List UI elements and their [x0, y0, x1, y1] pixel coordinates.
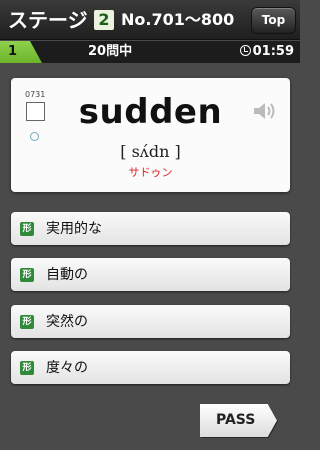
- katakana-reading: サドゥン: [128, 166, 173, 179]
- option-4[interactable]: 形 度々の: [11, 351, 290, 384]
- phonetic-text: [ sʌ́dn ]: [120, 142, 181, 161]
- question-number: 1: [8, 44, 18, 59]
- option-label: 突然の: [46, 314, 88, 330]
- circle-indicator-icon: [30, 132, 39, 141]
- option-2[interactable]: 形 自動の: [11, 258, 290, 291]
- adjective-badge: 形: [20, 222, 34, 236]
- adjective-badge: 形: [20, 268, 34, 282]
- clock-icon: [239, 45, 251, 56]
- header-bar: ステージ 2 No.701〜800 Top: [0, 0, 300, 40]
- word-range: No.701〜800: [121, 10, 235, 29]
- option-1[interactable]: 形 実用的な: [11, 212, 290, 245]
- pass-button[interactable]: PASS: [200, 404, 277, 437]
- speaker-icon[interactable]: [252, 100, 278, 122]
- question-count: 20問中: [88, 44, 133, 59]
- adjective-badge: 形: [20, 315, 34, 329]
- progress-strip-dark: 20問中 01:59: [30, 41, 300, 63]
- option-label: 自動の: [46, 267, 88, 283]
- adjective-badge: 形: [20, 361, 34, 375]
- word-card: 0731 sudden [ sʌ́dn ] サドゥン: [11, 78, 290, 192]
- option-3[interactable]: 形 突然の: [11, 305, 290, 338]
- stage-number-badge: 2: [94, 10, 114, 30]
- progress-strip: 1 20問中 01:59: [0, 41, 300, 63]
- top-button[interactable]: Top: [251, 7, 296, 34]
- stage-title: ステージ: [8, 8, 88, 32]
- option-label: 実用的な: [46, 221, 102, 237]
- timer-value: 01:59: [252, 44, 294, 59]
- word-text: sudden: [78, 92, 223, 132]
- timer: 01:59: [239, 44, 294, 60]
- option-label: 度々の: [46, 360, 88, 376]
